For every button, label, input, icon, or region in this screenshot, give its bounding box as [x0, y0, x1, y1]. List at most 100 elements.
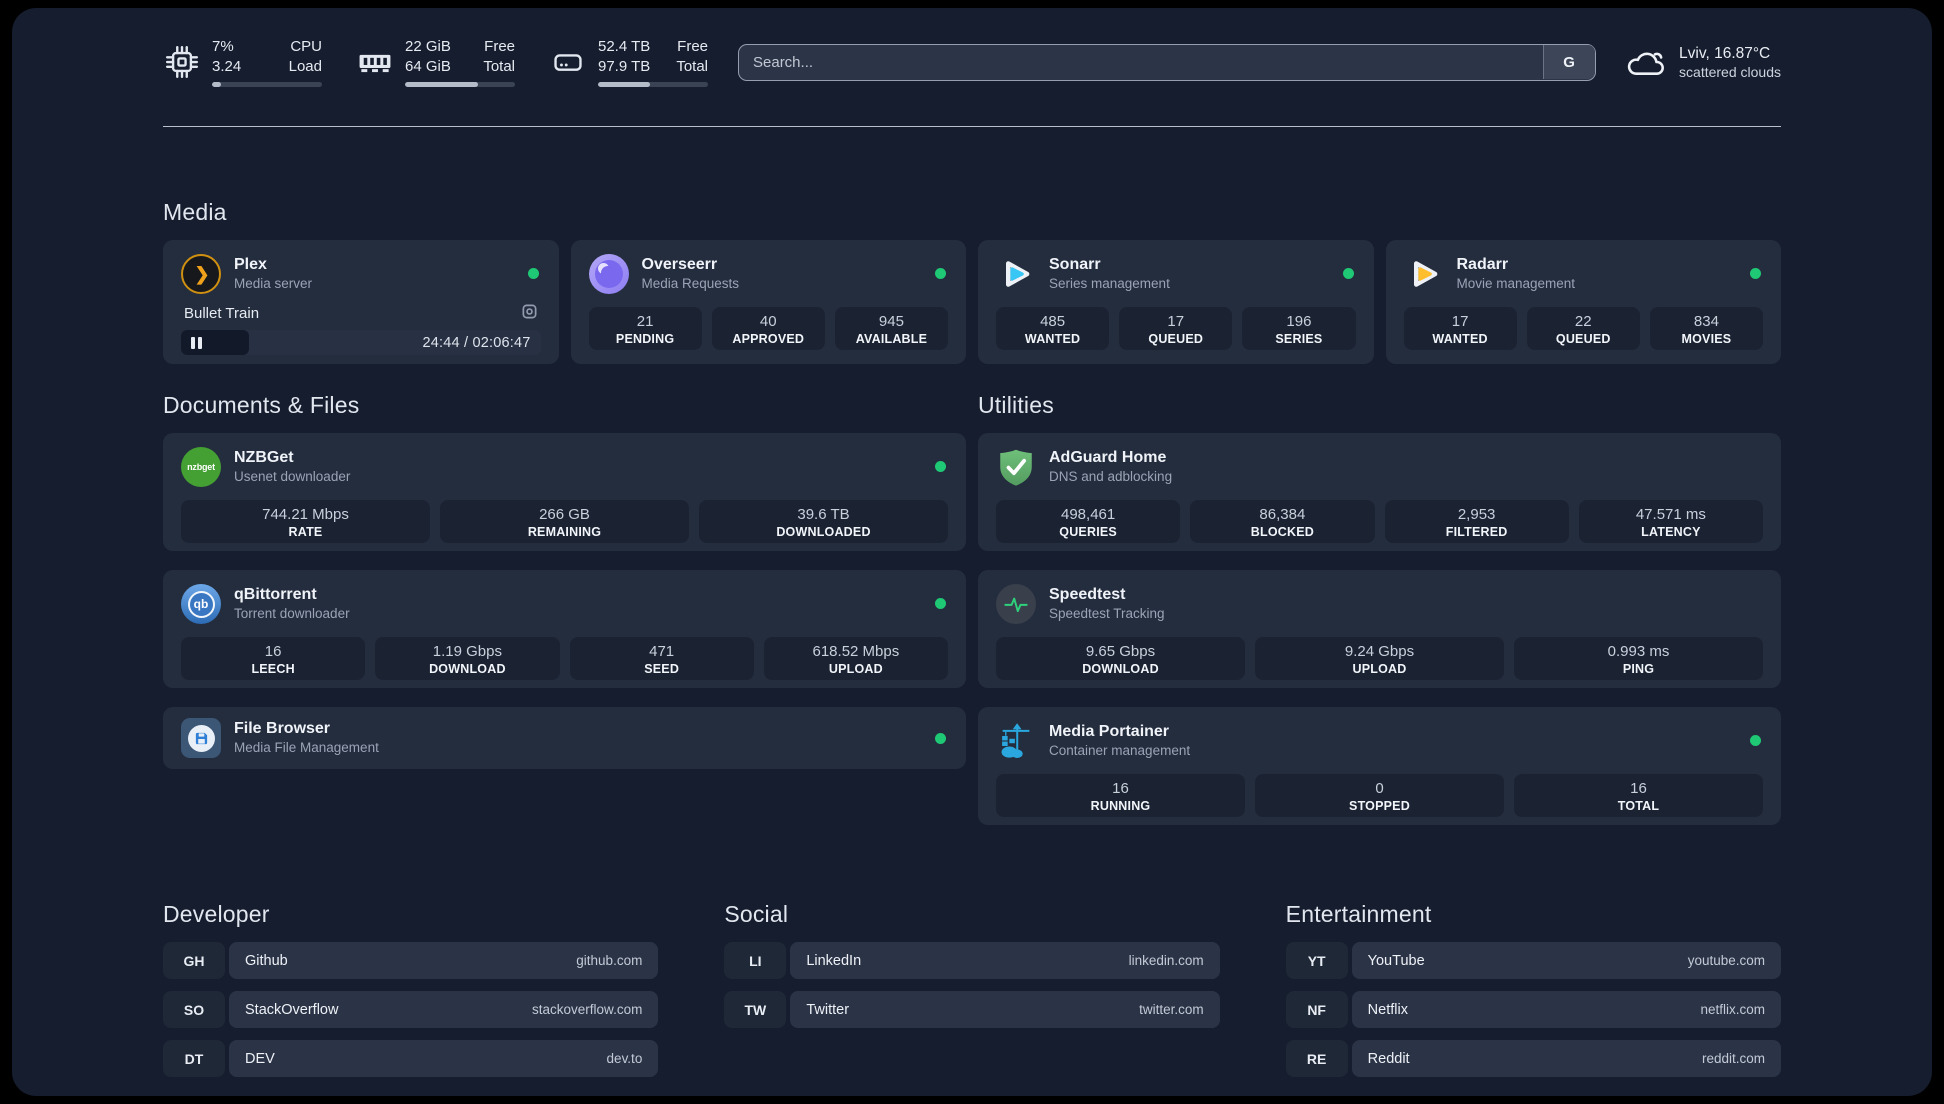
cpu-stat: 7% CPU 3.24 Load	[163, 37, 322, 87]
bookmark-dev[interactable]: DT DEV dev.to	[163, 1040, 659, 1077]
adguard-icon	[996, 447, 1036, 487]
nzbget-icon: nzbget	[181, 447, 221, 487]
cpu-progress-track	[212, 81, 322, 87]
stat-ping: 0.993 ms PING	[1514, 637, 1763, 680]
app-name: NZBGet	[234, 449, 294, 467]
cpu-load-value: 3.24	[212, 58, 242, 75]
app-name: Overseerr	[641, 256, 718, 274]
status-dot	[935, 732, 946, 744]
app-card-portainer[interactable]: Media Portainer Container management 16 …	[978, 707, 1781, 825]
speedtest-icon	[996, 584, 1036, 624]
stat-blocked: 86,384 BLOCKED	[1190, 500, 1375, 543]
top-bar: 7% CPU 3.24 Load 22 GiB Free 64 GiB Tota…	[163, 36, 1781, 88]
stat-queued: 22 QUEUED	[1526, 307, 1640, 350]
section-title-social: Social	[724, 901, 789, 927]
app-card-overseerr[interactable]: Overseerr Media Requests 21 PENDING 40 A…	[570, 240, 966, 364]
app-name: File Browser	[234, 720, 331, 738]
app-card-qbittorrent[interactable]: qb qBittorrent Torrent downloader 16 LEE…	[163, 570, 966, 688]
app-card-adguard[interactable]: AdGuard Home DNS and adblocking 498,461 …	[978, 433, 1781, 551]
ram-free-value: 22 GiB	[405, 38, 451, 56]
app-name: Sonarr	[1049, 256, 1101, 274]
stat-seed: 471 SEED	[569, 637, 754, 680]
bookmarks-social: Social LI LinkedIn linkedin.com TW Twitt…	[724, 901, 1220, 1089]
media-grid: Plex Media server Bullet Train	[163, 240, 1781, 364]
weather-widget: Lviv, 16.87°C scattered clouds	[1624, 44, 1781, 81]
dashboard-window: 7% CPU 3.24 Load 22 GiB Free 64 GiB Tota…	[12, 8, 1932, 1096]
stat-available: 945 AVAILABLE	[834, 307, 949, 350]
app-card-speedtest[interactable]: Speedtest Speedtest Tracking 9.65 Gbps D…	[978, 570, 1781, 688]
cloud-icon	[1624, 44, 1666, 80]
app-subtitle: Media server	[234, 275, 313, 291]
bookmark-stackoverflow[interactable]: SO StackOverflow stackoverflow.com	[163, 991, 659, 1028]
app-subtitle: Media File Management	[234, 739, 379, 755]
bookmark-twitter[interactable]: TW Twitter twitter.com	[724, 991, 1220, 1028]
section-title-developer: Developer	[163, 901, 270, 927]
bookmarks-entertainment: Entertainment YT YouTube youtube.com NF …	[1285, 901, 1781, 1089]
app-subtitle: Container management	[1049, 742, 1191, 758]
app-card-filebrowser[interactable]: File Browser Media File Management	[163, 707, 966, 769]
filebrowser-icon	[181, 718, 221, 758]
ram-total-value: 64 GiB	[405, 58, 451, 75]
app-card-radarr[interactable]: Radarr Movie management 17 WANTED 22 QUE…	[1385, 240, 1781, 364]
disk-free-label: Free	[677, 38, 708, 56]
qbittorrent-icon: qb	[181, 584, 221, 624]
ram-progress-track	[405, 81, 515, 87]
portainer-icon	[996, 721, 1036, 761]
app-name: Plex	[234, 256, 267, 274]
ram-progress-fill	[405, 81, 478, 87]
cpu-label: CPU	[290, 38, 322, 56]
plex-now-playing: Bullet Train 24:44 / 02:06:47	[181, 302, 541, 355]
disk-total-value: 97.9 TB	[598, 58, 651, 75]
playback-time: 24:44 / 02:06:47	[422, 334, 531, 351]
search-provider-button[interactable]: G	[1542, 45, 1595, 79]
plex-icon	[181, 254, 221, 294]
system-stats: 7% CPU 3.24 Load 22 GiB Free 64 GiB Tota…	[163, 37, 708, 87]
stat-download: 1.19 Gbps DOWNLOAD	[375, 637, 560, 680]
ram-stat: 22 GiB Free 64 GiB Total	[356, 37, 515, 87]
app-subtitle: Speedtest Tracking	[1049, 605, 1165, 621]
now-playing-title: Bullet Train	[184, 305, 260, 322]
stat-pending: 21 PENDING	[588, 307, 702, 350]
bookmark-reddit[interactable]: RE Reddit reddit.com	[1285, 1040, 1781, 1077]
ram-free-label: Free	[484, 38, 515, 56]
stat-stopped: 0 STOPPED	[1255, 774, 1504, 817]
disk-progress-fill	[598, 81, 650, 87]
stat-series: 196 SERIES	[1242, 307, 1356, 350]
header-divider	[163, 126, 1781, 127]
search-input[interactable]	[738, 43, 1597, 81]
status-dot	[935, 268, 946, 279]
app-subtitle: Torrent downloader	[234, 605, 350, 621]
stat-total: 16 TOTAL	[1514, 774, 1763, 817]
app-subtitle: DNS and adblocking	[1049, 468, 1173, 484]
app-card-plex[interactable]: Plex Media server Bullet Train	[163, 240, 559, 364]
app-name: AdGuard Home	[1049, 449, 1167, 467]
pause-icon[interactable]	[181, 330, 202, 355]
app-card-nzbget[interactable]: nzbget NZBGet Usenet downloader 744.21 M…	[163, 433, 966, 551]
cpu-icon	[163, 43, 201, 81]
app-subtitle: Usenet downloader	[234, 468, 351, 484]
bookmark-linkedin[interactable]: LI LinkedIn linkedin.com	[724, 942, 1220, 979]
stat-rate: 744.21 Mbps RATE	[181, 500, 430, 543]
stat-remaining: 266 GB REMAINING	[440, 500, 689, 543]
app-name: Radarr	[1456, 256, 1509, 274]
bookmark-github[interactable]: GH Github github.com	[163, 942, 659, 979]
section-title-entertainment: Entertainment	[1285, 901, 1432, 927]
stat-downloaded: 39.6 TB DOWNLOADED	[699, 500, 948, 543]
status-dot	[1750, 735, 1761, 746]
status-dot	[1750, 268, 1761, 279]
ram-total-label: Total	[483, 58, 515, 75]
search-bar: G	[738, 43, 1597, 81]
app-card-sonarr[interactable]: Sonarr Series management 485 WANTED 17 Q…	[978, 240, 1374, 364]
section-title-utilities: Utilities	[978, 392, 1054, 418]
bookmark-youtube[interactable]: YT YouTube youtube.com	[1285, 942, 1781, 979]
bookmark-netflix[interactable]: NF Netflix netflix.com	[1285, 991, 1781, 1028]
stat-download: 9.65 Gbps DOWNLOAD	[996, 637, 1245, 680]
weather-condition: scattered clouds	[1679, 64, 1781, 81]
stat-approved: 40 APPROVED	[711, 307, 825, 350]
stat-upload: 9.24 Gbps UPLOAD	[1255, 637, 1504, 680]
section-title-media: Media	[163, 199, 227, 225]
utilities-column: Utilities AdGuard Home DNS and adblockin…	[978, 392, 1781, 844]
cpu-progress-fill	[212, 81, 221, 87]
weather-location-temp: Lviv, 16.87°C	[1679, 44, 1771, 62]
disk-progress-track	[598, 81, 708, 87]
